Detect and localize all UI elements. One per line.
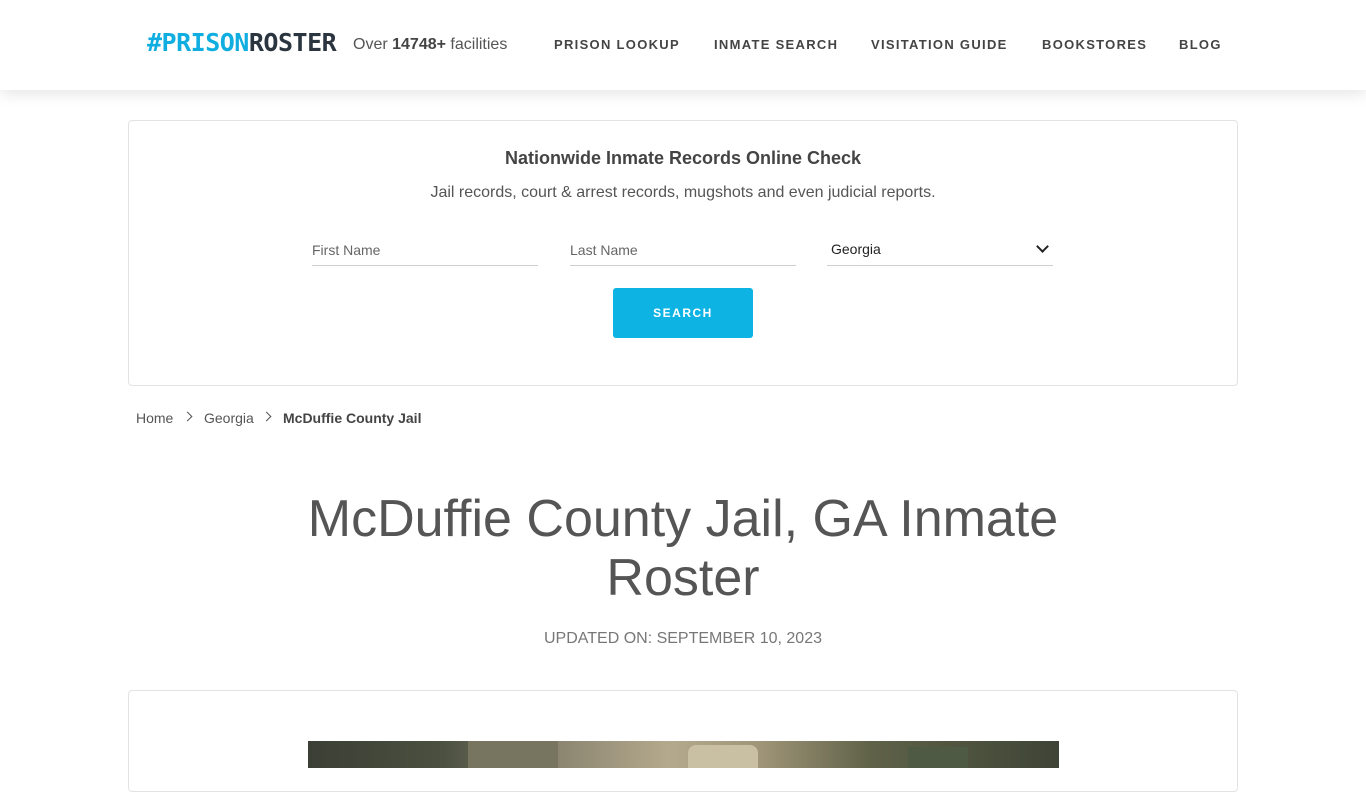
page-title: McDuffie County Jail, GA Inmate Roster bbox=[307, 490, 1059, 607]
nav-prison-lookup[interactable]: PRISON LOOKUP bbox=[554, 37, 680, 53]
search-card-title: Nationwide Inmate Records Online Check bbox=[504, 148, 862, 168]
facility-aerial-image bbox=[308, 741, 1059, 768]
site-header: #PRISONROSTER Over 14748+ facilities PRI… bbox=[0, 0, 1366, 90]
facilities-number: 14748+ bbox=[392, 36, 446, 53]
facilities-prefix: Over bbox=[353, 36, 393, 53]
chevron-right-icon bbox=[182, 411, 193, 422]
breadcrumb-georgia[interactable]: Georgia bbox=[204, 409, 254, 427]
nav-visitation-guide[interactable]: VISITATION GUIDE bbox=[871, 37, 1008, 53]
facilities-count-text: Over 14748+ facilities bbox=[353, 35, 507, 55]
breadcrumb-current: McDuffie County Jail bbox=[283, 410, 422, 426]
nav-inmate-search[interactable]: INMATE SEARCH bbox=[714, 37, 838, 53]
state-select-value: Georgia bbox=[831, 241, 881, 257]
logo-roster: ROSTER bbox=[248, 28, 337, 57]
site-logo[interactable]: #PRISONROSTER bbox=[147, 28, 337, 58]
nav-bookstores[interactable]: BOOKSTORES bbox=[1042, 37, 1147, 53]
nav-blog[interactable]: BLOG bbox=[1179, 37, 1222, 53]
chevron-right-icon bbox=[261, 411, 272, 422]
logo-prison: #PRISON bbox=[147, 28, 249, 57]
search-card-subtitle: Jail records, court & arrest records, mu… bbox=[430, 184, 936, 201]
updated-date: UPDATED ON: SEPTEMBER 10, 2023 bbox=[543, 630, 822, 647]
search-button[interactable]: SEARCH bbox=[613, 288, 753, 338]
state-select[interactable]: Georgia bbox=[827, 234, 1053, 266]
chevron-down-icon bbox=[1036, 240, 1049, 253]
facilities-suffix: facilities bbox=[445, 36, 508, 53]
first-name-input[interactable] bbox=[312, 234, 538, 266]
last-name-input[interactable] bbox=[570, 234, 796, 266]
breadcrumb-home[interactable]: Home bbox=[136, 409, 173, 427]
